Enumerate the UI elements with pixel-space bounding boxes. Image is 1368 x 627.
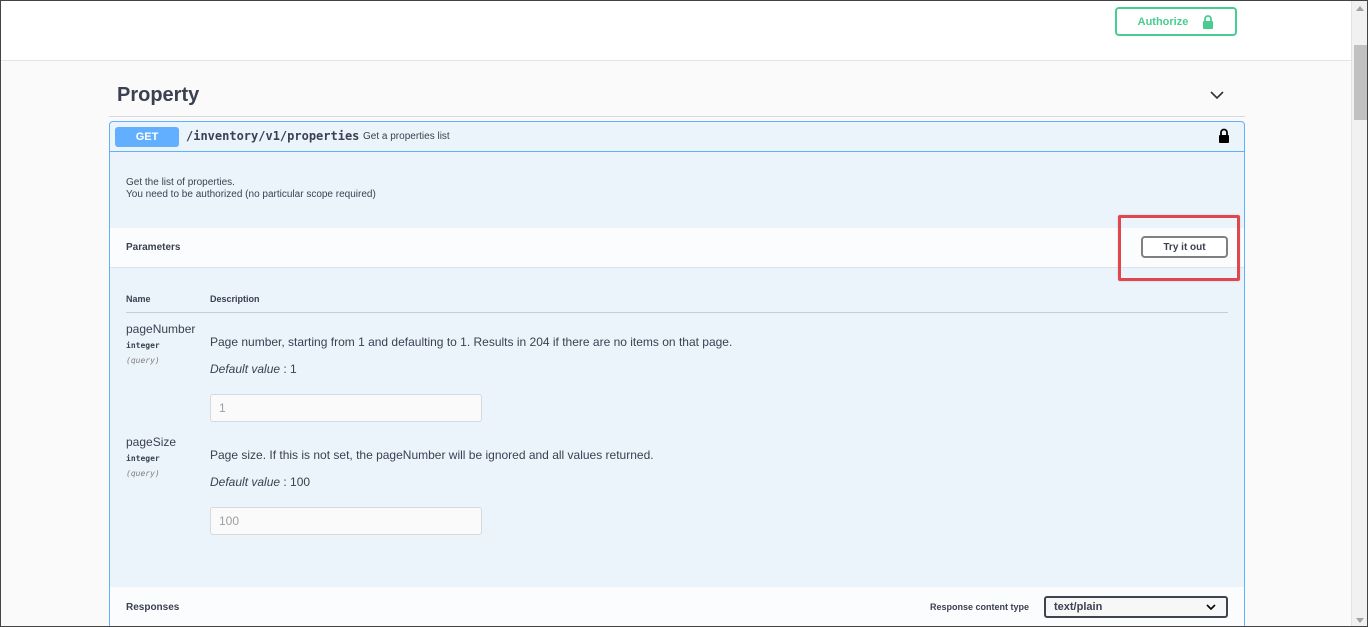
vertical-scrollbar[interactable] bbox=[1351, 1, 1367, 626]
chevron-down-icon[interactable] bbox=[1209, 87, 1225, 103]
param-type: integer bbox=[126, 454, 160, 463]
parameters-header: Parameters Try it out bbox=[110, 215, 1244, 281]
param-default: Default value : 1 bbox=[210, 362, 297, 376]
description-line: You need to be authorized (no particular… bbox=[126, 189, 376, 200]
param-name: pageNumber bbox=[126, 322, 196, 336]
response-content-type-select[interactable]: text/plain bbox=[1044, 596, 1228, 618]
operation-description: Get the list of properties. You need to … bbox=[126, 177, 376, 201]
column-header-description: Description bbox=[210, 294, 260, 304]
default-value: : 1 bbox=[280, 362, 297, 376]
param-name: pageSize bbox=[126, 435, 177, 449]
operation-summary: Get a properties list bbox=[363, 131, 450, 142]
description-line: Get the list of properties. bbox=[126, 177, 235, 188]
param-description: Page number, starting from 1 and default… bbox=[210, 335, 733, 349]
operation-path: /inventory/v1/properties bbox=[186, 129, 360, 143]
parameters-title: Parameters bbox=[126, 242, 181, 253]
default-label: Default value bbox=[210, 475, 281, 489]
section-title: Property bbox=[117, 84, 200, 106]
selected-content-type: text/plain bbox=[1054, 601, 1103, 613]
param-description: Page size. If this is not set, the pageN… bbox=[210, 448, 654, 462]
operation-block: GET /inventory/v1/properties Get a prope… bbox=[109, 121, 1245, 626]
param-type: integer bbox=[126, 341, 160, 350]
default-label: Default value bbox=[210, 362, 281, 376]
param-default: Default value : 100 bbox=[210, 475, 310, 489]
chevron-down-icon bbox=[1206, 604, 1216, 611]
try-it-out-button[interactable]: Try it out bbox=[1141, 236, 1228, 258]
top-bar: Authorize bbox=[1, 1, 1351, 61]
responses-title: Responses bbox=[126, 602, 180, 613]
divider bbox=[126, 312, 1228, 313]
response-content-type-label: Response content type bbox=[930, 602, 1030, 612]
param-location: (query) bbox=[126, 356, 160, 365]
param-location: (query) bbox=[126, 469, 160, 478]
default-value: : 100 bbox=[280, 475, 311, 489]
page-size-input[interactable] bbox=[210, 507, 482, 535]
scroll-down-arrow-icon[interactable] bbox=[1356, 618, 1364, 623]
page-number-input[interactable] bbox=[210, 394, 482, 422]
lock-icon bbox=[1203, 14, 1214, 29]
scrollbar-thumb[interactable] bbox=[1354, 45, 1367, 120]
authorize-button[interactable]: Authorize bbox=[1115, 7, 1237, 36]
browser-viewport: Authorize Property GET /inventory/v1/pro… bbox=[0, 0, 1368, 627]
authorize-label: Authorize bbox=[1137, 15, 1189, 28]
tag-section-header[interactable]: Property bbox=[109, 75, 1245, 117]
lock-icon[interactable] bbox=[1218, 128, 1230, 144]
operation-summary-bar[interactable]: GET /inventory/v1/properties Get a prope… bbox=[110, 122, 1244, 152]
column-header-name: Name bbox=[126, 294, 151, 304]
scroll-up-arrow-icon[interactable] bbox=[1356, 6, 1364, 11]
http-method-badge: GET bbox=[115, 127, 179, 147]
responses-header: Responses Response content type text/pla… bbox=[110, 587, 1244, 626]
